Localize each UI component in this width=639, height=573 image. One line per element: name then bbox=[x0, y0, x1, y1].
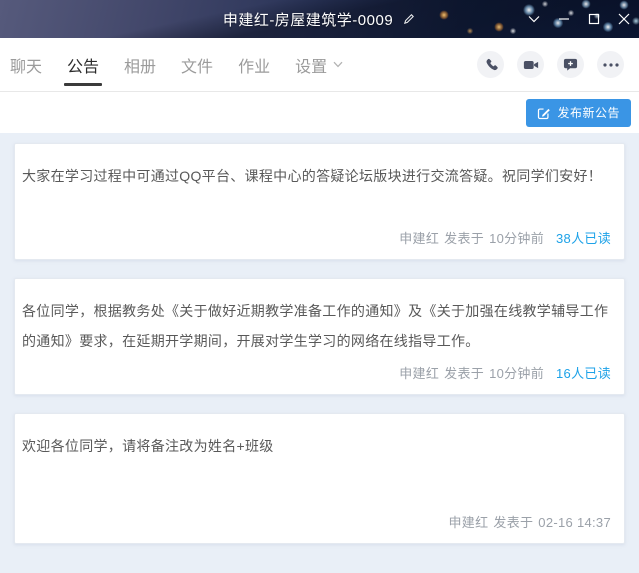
publish-button-label: 发布新公告 bbox=[557, 106, 620, 120]
window-title: 申建红-房屋建筑学-0009 bbox=[222, 11, 394, 29]
qq-group-window: 申建红-房屋建筑学-0009 聊天 公告 相册 文件 作业 设置 发布新公告 大… bbox=[0, 0, 639, 573]
voice-call-button[interactable] bbox=[477, 51, 504, 78]
video-call-button[interactable] bbox=[517, 51, 544, 78]
publish-announcement-button[interactable]: 发布新公告 bbox=[526, 98, 631, 127]
tab-announcements-label: 公告 bbox=[67, 58, 100, 76]
ellipsis-icon bbox=[602, 62, 619, 67]
announcement-footer: 申建红 发表于 10分钟前 16人已读 bbox=[22, 363, 611, 382]
tab-album[interactable]: 相册 bbox=[124, 38, 156, 91]
announcement-text: 欢迎各位同学，请将备注改为姓名+班级 bbox=[22, 438, 274, 454]
announcement-posted-label: 发表于 bbox=[444, 231, 485, 246]
announcement-toolbar: 发布新公告 bbox=[0, 92, 639, 133]
tabbar: 聊天 公告 相册 文件 作业 设置 bbox=[0, 38, 639, 92]
close-icon[interactable] bbox=[609, 0, 639, 38]
announcement-author: 申建红 bbox=[399, 366, 440, 381]
announcement-card: 各位同学，根据教务处《关于做好近期教学准备工作的通知》及《关于加强在线教学辅导工… bbox=[14, 278, 625, 395]
announcement-text: 各位同学，根据教务处《关于做好近期教学准备工作的通知》及《关于加强在线教学辅导工… bbox=[22, 303, 609, 349]
tab-homework[interactable]: 作业 bbox=[238, 38, 270, 91]
tab-album-label: 相册 bbox=[124, 58, 157, 76]
minimize-icon[interactable] bbox=[549, 0, 579, 38]
announcement-footer: 申建红 发表于 10分钟前 38人已读 bbox=[22, 228, 611, 247]
tab-announcements[interactable]: 公告 bbox=[64, 38, 103, 91]
announcement-text: 大家在学习过程中可通过QQ平台、课程中心的答疑论坛版块进行交流答疑。祝同学们安好… bbox=[22, 168, 603, 184]
tab-chat-label: 聊天 bbox=[10, 58, 43, 76]
edit-title-pencil-icon[interactable] bbox=[402, 12, 416, 26]
tab-action-icons bbox=[477, 51, 639, 78]
collapse-chevron-down-icon[interactable] bbox=[519, 0, 549, 38]
phone-icon bbox=[483, 57, 498, 72]
announcement-time: 10分钟前 bbox=[489, 231, 545, 246]
video-camera-icon bbox=[523, 58, 539, 72]
announcement-list: 大家在学习过程中可通过QQ平台、课程中心的答疑论坛版块进行交流答疑。祝同学们安好… bbox=[0, 133, 639, 544]
announcement-posted-label: 发表于 bbox=[444, 366, 485, 381]
titlebar: 申建红-房屋建筑学-0009 bbox=[0, 0, 639, 38]
announcement-posted-label: 发表于 bbox=[493, 515, 534, 530]
announcement-author: 申建红 bbox=[448, 515, 489, 530]
chat-bubble-plus-icon bbox=[563, 57, 578, 72]
tab-files[interactable]: 文件 bbox=[181, 38, 213, 91]
tab-files-label: 文件 bbox=[181, 58, 214, 76]
chevron-down-icon bbox=[333, 61, 343, 68]
window-controls bbox=[519, 0, 639, 38]
read-count-link[interactable]: 16人已读 bbox=[556, 363, 611, 382]
announcement-author: 申建红 bbox=[399, 231, 440, 246]
announcement-card: 欢迎各位同学，请将备注改为姓名+班级 申建红 发表于 02-16 14:37 bbox=[14, 413, 625, 544]
tab-homework-label: 作业 bbox=[238, 58, 271, 76]
announcement-card: 大家在学习过程中可通过QQ平台、课程中心的答疑论坛版块进行交流答疑。祝同学们安好… bbox=[14, 143, 625, 260]
compose-icon bbox=[537, 106, 551, 120]
window-title-group: 申建红-房屋建筑学-0009 bbox=[223, 9, 416, 30]
feedback-button[interactable] bbox=[557, 51, 584, 78]
tab-settings[interactable]: 设置 bbox=[295, 38, 343, 91]
announcement-time: 10分钟前 bbox=[489, 366, 545, 381]
read-count-link[interactable]: 38人已读 bbox=[556, 228, 611, 247]
announcement-time: 02-16 14:37 bbox=[538, 515, 611, 530]
maximize-icon[interactable] bbox=[579, 0, 609, 38]
tab-chat[interactable]: 聊天 bbox=[10, 38, 42, 91]
tab-settings-label: 设置 bbox=[295, 58, 328, 76]
more-button[interactable] bbox=[597, 51, 624, 78]
announcement-footer: 申建红 发表于 02-16 14:37 bbox=[22, 512, 611, 531]
